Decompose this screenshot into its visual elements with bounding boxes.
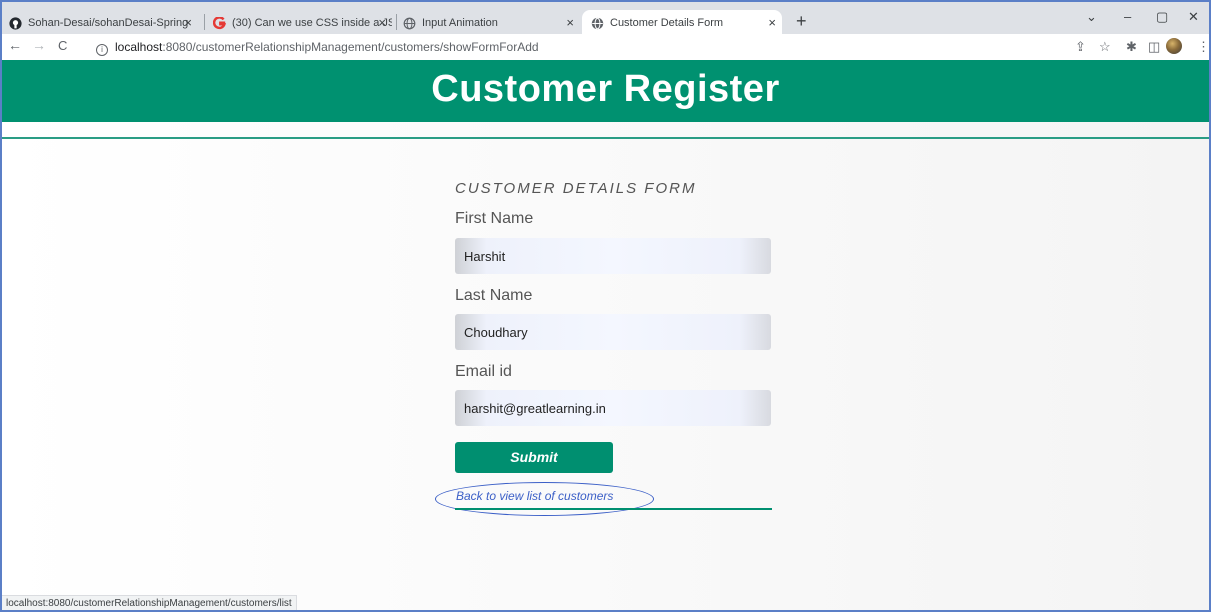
forward-button[interactable]: → [32, 37, 46, 53]
github-icon [8, 16, 22, 30]
header-divider [2, 137, 1209, 139]
page-content: Customer Register CUSTOMER DETAILS FORM … [2, 60, 1209, 610]
tab-title: Sohan-Desai/sohanDesai-Spring [28, 17, 189, 29]
info-icon[interactable]: i [96, 44, 108, 56]
email-label: Email id [455, 363, 512, 380]
extensions-icon[interactable]: ✱ [1126, 39, 1137, 55]
menu-icon[interactable]: ⋮ [1197, 39, 1210, 55]
tab-separator [396, 14, 397, 30]
header-banner: Customer Register [2, 60, 1209, 122]
close-tab-icon[interactable]: × [566, 15, 574, 30]
bookmark-star-icon[interactable]: ☆ [1099, 39, 1111, 55]
tab-title: (30) Can we use CSS inside a JSP [232, 17, 392, 29]
url-host: localhost [115, 40, 163, 54]
tab-strip: Sohan-Desai/sohanDesai-Spring × (30) Can… [2, 2, 1209, 36]
close-tab-icon[interactable]: × [378, 15, 386, 30]
globe-icon [402, 16, 416, 30]
submit-button[interactable]: Submit [455, 442, 613, 473]
new-tab-button[interactable]: + [796, 11, 807, 32]
address-bar[interactable]: i localhost:8080/customerRelationshipMana… [96, 40, 539, 56]
link-underline [455, 508, 772, 510]
url-path: :8080/customerRelationshipManagement/cus… [162, 40, 539, 54]
last-name-field[interactable]: Choudhary [455, 314, 771, 350]
close-tab-icon[interactable]: × [184, 15, 192, 30]
restore-button[interactable]: ▢ [1156, 9, 1168, 25]
share-icon[interactable]: ⇪ [1075, 39, 1086, 55]
status-bar: localhost:8080/customerRelationshipManag… [2, 595, 297, 610]
tab-title: Input Animation [422, 17, 498, 29]
form-title: CUSTOMER DETAILS FORM [455, 180, 697, 197]
tab-input-animation[interactable]: Input Animation × [402, 10, 580, 36]
reload-button[interactable]: C [58, 38, 67, 53]
side-panel-icon[interactable]: ◫ [1148, 39, 1160, 55]
close-tab-icon[interactable]: × [768, 15, 776, 30]
minimize-button[interactable]: – [1124, 9, 1131, 24]
tab-github[interactable]: Sohan-Desai/sohanDesai-Spring × [8, 10, 198, 36]
email-field[interactable]: harshit@greatlearning.in [455, 390, 771, 426]
tab-customer-details[interactable]: Customer Details Form × [582, 10, 782, 36]
first-name-field[interactable]: Harshit [455, 238, 771, 274]
grepper-icon [212, 16, 226, 30]
first-name-label: First Name [455, 210, 534, 227]
browser-toolbar: ← → C i localhost:8080/customerRelationsh… [2, 34, 1210, 60]
tab-separator [204, 14, 205, 30]
page-title: Customer Register [431, 68, 780, 110]
tab-title: Customer Details Form [610, 17, 724, 29]
close-window-button[interactable]: ✕ [1188, 9, 1199, 25]
profile-avatar[interactable] [1166, 38, 1182, 54]
back-button[interactable]: ← [8, 37, 22, 53]
globe-icon [590, 16, 604, 30]
tab-search-button[interactable]: ⌄ [1086, 9, 1097, 25]
back-to-list-link[interactable]: Back to view list of customers [456, 489, 613, 503]
last-name-label: Last Name [455, 287, 533, 304]
tab-css-jsp[interactable]: (30) Can we use CSS inside a JSP × [212, 10, 392, 36]
